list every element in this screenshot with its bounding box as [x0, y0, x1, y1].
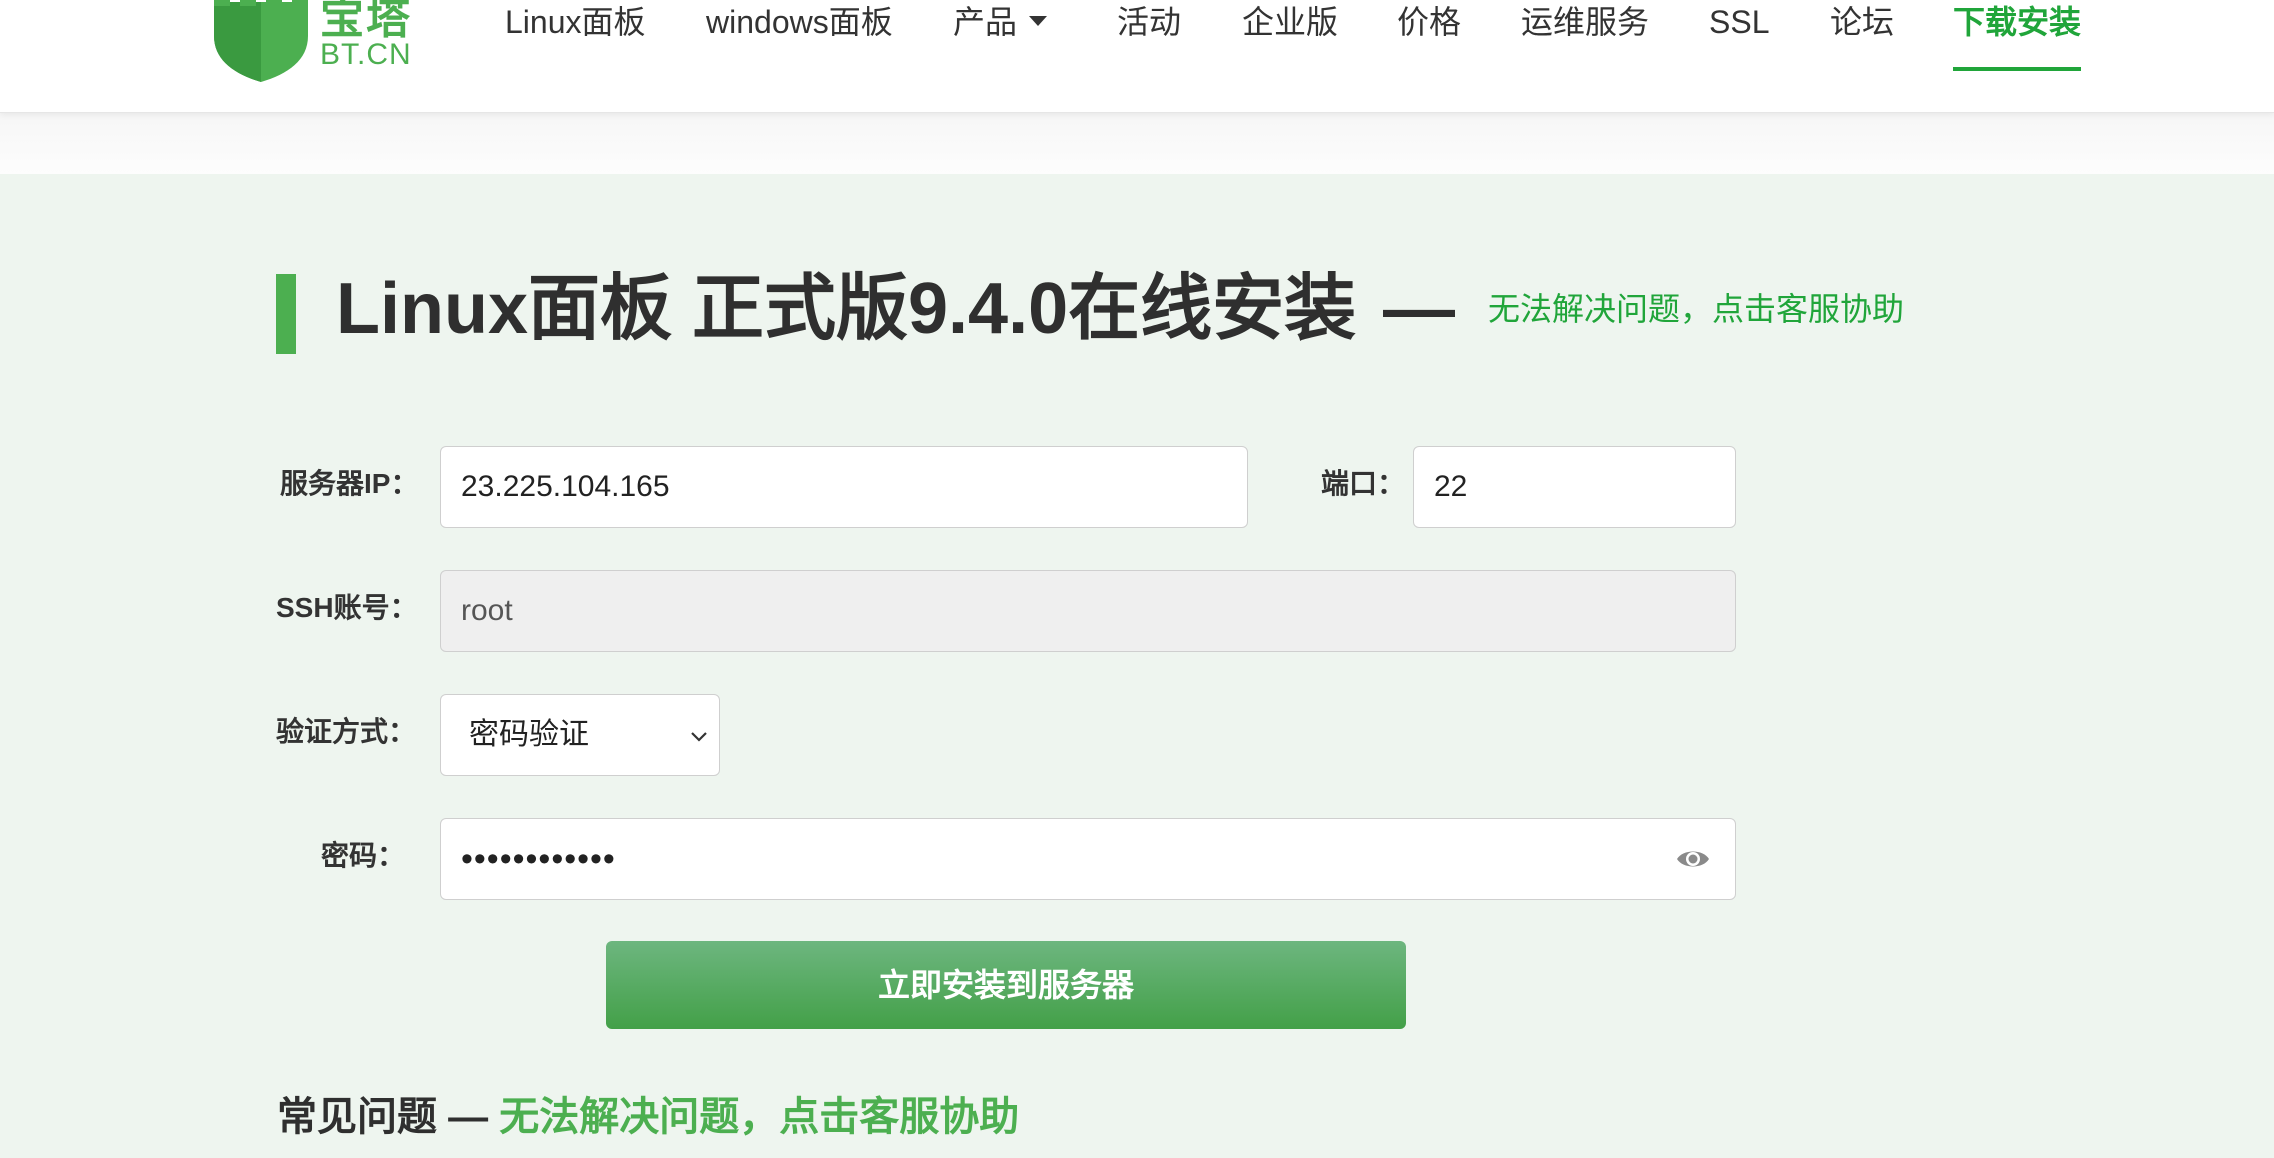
subheader-strip	[0, 113, 2274, 174]
install-section: Linux面板 正式版9.4.0在线安装 — 无法解决问题，点击客服协助 服务器…	[0, 174, 2274, 1158]
nav-enterprise[interactable]: 企业版	[1242, 0, 1338, 44]
port-label: 端口：	[1320, 468, 1405, 499]
install-to-server-button[interactable]: 立即安装到服务器	[606, 941, 1406, 1029]
nav-ssl[interactable]: SSL	[1709, 0, 1769, 44]
nav-windows-panel[interactable]: windows面板	[706, 0, 893, 44]
title-dash: —	[1383, 269, 1455, 349]
main-nav: Linux面板 windows面板 产品 活动 企业版 价格 运维服务 SSL …	[0, 0, 2274, 113]
nav-products-label: 产品	[953, 4, 1018, 40]
ssh-account-input[interactable]: root	[440, 570, 1736, 652]
nav-activities[interactable]: 活动	[1117, 0, 1181, 44]
auth-method-label: 验证方式：	[276, 716, 417, 747]
faq-help-link[interactable]: 无法解决问题，点击客服协助	[499, 1095, 1019, 1139]
help-link[interactable]: 无法解决问题，点击客服协助	[1488, 287, 1904, 331]
site-header: 宝塔 BT.CN Linux面板 windows面板 产品 活动 企业版 价格 …	[0, 0, 2274, 113]
server-ip-label: 服务器IP：	[280, 468, 419, 499]
faq-title: 常见问题	[277, 1095, 437, 1139]
chevron-down-icon	[691, 732, 707, 742]
ssh-account-label: SSH账号：	[276, 592, 418, 623]
nav-forum[interactable]: 论坛	[1830, 0, 1894, 44]
port-input[interactable]: 22	[1413, 446, 1736, 528]
nav-linux-panel[interactable]: Linux面板	[505, 0, 646, 44]
nav-products[interactable]: 产品	[953, 0, 1048, 44]
page-title: Linux面板 正式版9.4.0在线安装	[336, 269, 1357, 349]
nav-ops-service[interactable]: 运维服务	[1521, 0, 1649, 44]
title-accent-bar	[276, 274, 296, 354]
password-mask: ••••••••••••	[461, 840, 616, 878]
auth-method-select[interactable]: 密码验证	[440, 694, 720, 776]
faq-heading: 常见问题 — 无法解决问题，点击客服协助	[277, 1089, 1019, 1145]
active-nav-underline	[1953, 67, 2081, 71]
nav-download-install[interactable]: 下载安装	[1953, 0, 2081, 44]
eye-icon[interactable]	[1675, 841, 1711, 877]
caret-down-icon	[1029, 15, 1048, 26]
faq-dash: —	[448, 1095, 489, 1139]
server-ip-input[interactable]: 23.225.104.165	[440, 446, 1248, 528]
nav-pricing[interactable]: 价格	[1397, 0, 1461, 44]
auth-method-selected: 密码验证	[469, 718, 589, 751]
password-label: 密码：	[320, 840, 405, 871]
password-input[interactable]: ••••••••••••	[440, 818, 1736, 900]
